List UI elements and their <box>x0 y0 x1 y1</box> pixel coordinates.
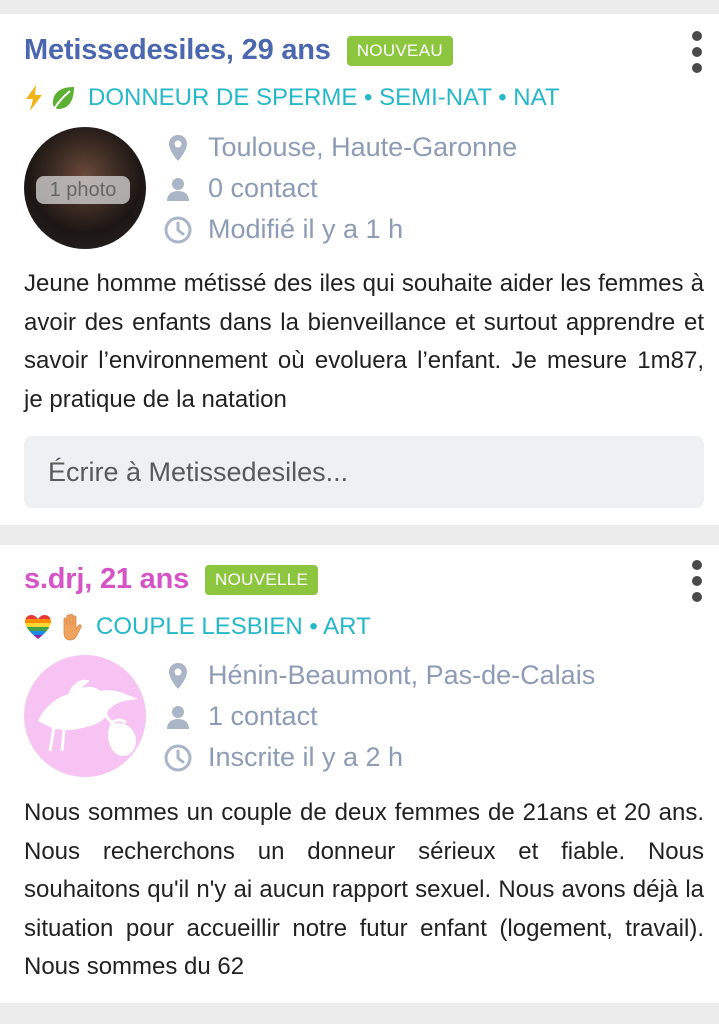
leaf-icon <box>50 85 76 111</box>
profile-meta: Toulouse, Haute-Garonne 0 contact Modifi… <box>162 127 517 250</box>
updated-row: Inscrite il y a 2 h <box>162 737 595 778</box>
more-options-icon[interactable] <box>691 31 703 73</box>
new-badge: NOUVELLE <box>205 564 319 595</box>
updated-row: Modifié il y a 1 h <box>162 209 517 250</box>
hand-icon <box>58 613 84 641</box>
tags-text: COUPLE LESBIEN • ART <box>96 613 371 640</box>
contacts-text: 1 contact <box>208 701 318 731</box>
location-row: Hénin-Beaumont, Pas-de-Calais <box>162 655 595 696</box>
profile-name[interactable]: s.drj, 21 ans <box>24 563 189 596</box>
user-icon <box>162 176 194 202</box>
new-badge: NOUVEAU <box>346 35 453 66</box>
lightning-icon <box>24 85 44 111</box>
profile-description: Nous sommes un couple de deux femmes de … <box>24 799 704 980</box>
avatar[interactable]: 1 photo <box>24 127 146 249</box>
stork-icon <box>38 679 138 757</box>
clock-icon <box>162 744 194 772</box>
contacts-row: 1 contact <box>162 696 595 737</box>
location-text: Toulouse, Haute-Garonne <box>208 132 518 162</box>
rainbow-heart-icon <box>24 614 52 640</box>
updated-text: Modifié il y a 1 h <box>208 214 404 244</box>
map-pin-icon <box>162 662 194 690</box>
profile-tags: DONNEUR DE SPERME • SEMI-NAT • NAT <box>24 84 560 112</box>
location-row: Toulouse, Haute-Garonne <box>162 127 517 168</box>
profile-description: Jeune homme métissé des iles qui souhait… <box>24 270 704 413</box>
profile-meta: Hénin-Beaumont, Pas-de-Calais 1 contact … <box>162 655 595 778</box>
clock-icon <box>162 216 194 244</box>
tags-text: DONNEUR DE SPERME • SEMI-NAT • NAT <box>88 84 560 111</box>
user-icon <box>162 704 194 730</box>
reply-input[interactable]: Écrire à Metissedesiles... <box>24 436 704 508</box>
profile-card[interactable]: s.drj, 21 ans NOUVELLE COUPLE LESBIEN • … <box>0 545 719 1003</box>
contacts-text: 0 contact <box>208 173 318 203</box>
location-text: Hénin-Beaumont, Pas-de-Calais <box>208 660 596 690</box>
title-row: s.drj, 21 ans NOUVELLE <box>24 563 319 596</box>
profile-card[interactable]: Metissedesiles, 29 ans NOUVEAU DONNEUR D… <box>0 14 719 525</box>
profile-tags: COUPLE LESBIEN • ART <box>24 613 371 641</box>
avatar[interactable] <box>24 655 146 777</box>
contacts-row: 0 contact <box>162 168 517 209</box>
profile-name[interactable]: Metissedesiles, 29 ans <box>24 34 331 67</box>
photo-count: 1 photo <box>36 176 130 204</box>
updated-text: Inscrite il y a 2 h <box>208 742 404 772</box>
more-options-icon[interactable] <box>691 560 703 602</box>
map-pin-icon <box>162 134 194 162</box>
title-row: Metissedesiles, 29 ans NOUVEAU <box>24 34 453 67</box>
